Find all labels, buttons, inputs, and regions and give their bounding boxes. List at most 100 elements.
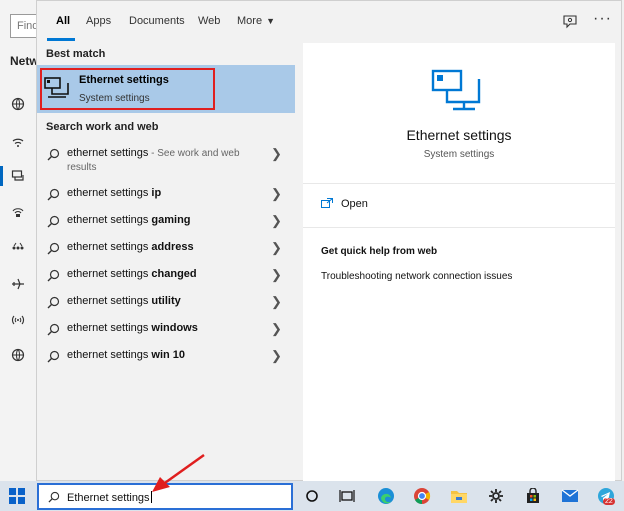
ethernet-nav-icon[interactable] xyxy=(0,166,26,186)
airplane-icon[interactable] xyxy=(10,276,26,292)
ethernet-icon xyxy=(44,77,69,98)
suggestion-bold: changed xyxy=(151,268,197,280)
chevron-right-icon[interactable]: ❯ xyxy=(271,240,282,256)
search-icon xyxy=(48,491,60,503)
search-icon xyxy=(47,148,60,161)
search-icon xyxy=(47,269,60,282)
chevron-right-icon[interactable]: ❯ xyxy=(271,267,282,283)
chevron-right-icon[interactable]: ❯ xyxy=(271,321,282,337)
suggestion-prefix: ethernet settings xyxy=(67,295,152,307)
suggestion-text: ethernet settings changed xyxy=(67,268,197,280)
open-action[interactable]: Open xyxy=(341,198,368,210)
mail-icon[interactable] xyxy=(561,487,579,505)
store-icon[interactable] xyxy=(524,487,542,505)
suggestion-hint: - See work and web xyxy=(148,148,240,159)
list-item[interactable]: ethernet settings gaming ❯ xyxy=(37,208,295,235)
cortana-icon[interactable] xyxy=(303,487,321,505)
windows-start-icon[interactable] xyxy=(9,488,25,504)
chevron-right-icon[interactable]: ❯ xyxy=(271,146,282,162)
list-item[interactable]: ethernet settings windows ❯ xyxy=(37,316,295,343)
list-item[interactable]: ethernet settings address ❯ xyxy=(37,235,295,262)
suggestion-bold: ip xyxy=(151,187,162,199)
results-list: Best match Ethernet settings System sett… xyxy=(37,43,295,480)
search-icon xyxy=(47,323,60,336)
tab-documents[interactable]: Documents xyxy=(129,15,185,27)
annotation-arrow-icon xyxy=(152,453,205,492)
feedback-icon[interactable] xyxy=(562,14,578,30)
divider xyxy=(303,183,615,184)
preview-pane: Ethernet settings System settings Open G… xyxy=(303,43,615,482)
suggestion-text: ethernet settings - See work and web xyxy=(67,147,240,159)
suggestion-prefix: ethernet settings xyxy=(67,268,152,280)
suggestion-text: ethernet settings windows xyxy=(67,322,198,334)
proxy-globe-icon[interactable] xyxy=(10,347,26,363)
tab-web[interactable]: Web xyxy=(198,15,220,27)
wifi-icon[interactable] xyxy=(10,134,26,150)
suggestion-prefix: ethernet settings xyxy=(67,241,152,253)
best-match-subtitle: System settings xyxy=(79,93,150,104)
taskbar: Ethernet settings xyxy=(0,481,624,511)
tab-more-label: More xyxy=(237,15,263,27)
chrome-browser-icon[interactable] xyxy=(413,487,431,505)
chevron-right-icon[interactable]: ❯ xyxy=(271,213,282,229)
suggestion-text: ethernet settings address xyxy=(67,241,194,253)
dialup-icon[interactable] xyxy=(10,204,26,220)
vpn-icon[interactable] xyxy=(10,240,26,256)
notification-badge: 22 xyxy=(603,498,615,505)
suggestion-text: ethernet settings win 10 xyxy=(67,349,185,361)
suggestion-text: ethernet settings gaming xyxy=(67,214,191,226)
suggestion-prefix: ethernet settings xyxy=(67,147,149,159)
web-suggestions: ethernet settings - See work and web res… xyxy=(37,141,295,370)
list-item[interactable]: ethernet settings - See work and web res… xyxy=(37,141,295,181)
list-item[interactable]: ethernet settings utility ❯ xyxy=(37,289,295,316)
chevron-right-icon[interactable]: ❯ xyxy=(271,294,282,310)
search-tabs: All Apps Documents Web More ▼ ··· xyxy=(37,1,621,43)
search-icon xyxy=(47,350,60,363)
suggestion-hint-line2: results xyxy=(67,162,97,173)
help-link[interactable]: Troubleshooting network connection issue… xyxy=(321,271,512,282)
more-options-icon[interactable]: ··· xyxy=(593,10,612,28)
list-item[interactable]: ethernet settings changed ❯ xyxy=(37,262,295,289)
search-panel: All Apps Documents Web More ▼ ··· Best ma… xyxy=(36,0,622,482)
active-tab-indicator xyxy=(47,38,75,41)
suggestion-bold: gaming xyxy=(151,214,191,226)
best-match-title: Ethernet settings xyxy=(79,74,169,86)
suggestion-bold: address xyxy=(151,241,194,253)
tab-more[interactable]: More ▼ xyxy=(237,15,275,27)
suggestion-bold: windows xyxy=(151,322,198,334)
list-item[interactable]: ethernet settings ip ❯ xyxy=(37,181,295,208)
chevron-down-icon: ▼ xyxy=(266,16,275,26)
best-match-item[interactable]: Ethernet settings System settings xyxy=(37,65,295,113)
preview-title: Ethernet settings xyxy=(406,127,512,143)
file-explorer-icon[interactable] xyxy=(450,487,468,505)
search-icon xyxy=(47,215,60,228)
globe-status-icon[interactable] xyxy=(10,96,26,112)
chevron-right-icon[interactable]: ❯ xyxy=(271,186,282,202)
list-item[interactable]: ethernet settings win 10 ❯ xyxy=(37,343,295,370)
suggestion-prefix: ethernet settings xyxy=(67,322,152,334)
open-icon xyxy=(321,198,333,208)
suggestion-text: ethernet settings utility xyxy=(67,295,181,307)
suggestion-prefix: ethernet settings xyxy=(67,349,152,361)
suggestion-text: ethernet settings ip xyxy=(67,187,161,199)
help-heading: Get quick help from web xyxy=(321,246,438,257)
preview-subtitle: System settings xyxy=(423,149,495,160)
tab-all[interactable]: All xyxy=(56,15,70,27)
suggestion-prefix: ethernet settings xyxy=(67,214,152,226)
tab-apps[interactable]: Apps xyxy=(86,15,111,27)
task-view-icon[interactable] xyxy=(338,487,356,505)
settings-gear-icon[interactable] xyxy=(487,487,505,505)
ethernet-large-icon xyxy=(431,69,481,111)
search-icon xyxy=(47,188,60,201)
divider xyxy=(303,227,615,228)
search-icon xyxy=(47,242,60,255)
chevron-right-icon[interactable]: ❯ xyxy=(271,348,282,364)
search-input-value: Ethernet settings xyxy=(67,491,152,504)
suggestion-bold: win 10 xyxy=(151,349,186,361)
background-settings-window: Find Network xyxy=(0,0,44,481)
edge-browser-icon[interactable] xyxy=(377,487,395,505)
search-web-heading: Search work and web xyxy=(46,121,159,133)
hotspot-icon[interactable] xyxy=(10,312,26,328)
suggestion-bold: utility xyxy=(151,295,181,307)
best-match-heading: Best match xyxy=(46,48,106,60)
